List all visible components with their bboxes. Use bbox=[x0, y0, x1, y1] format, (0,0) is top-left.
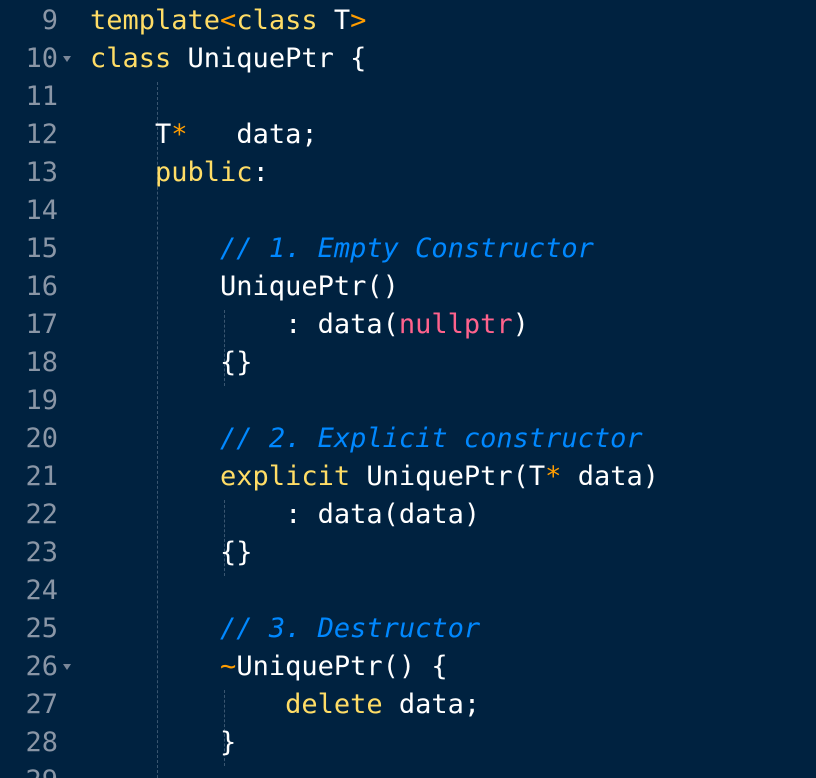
fold-arrow-icon[interactable] bbox=[63, 56, 71, 62]
code-line[interactable]: 14 bbox=[0, 192, 816, 230]
code-text: ~UniquePtr() { bbox=[90, 648, 448, 686]
code-text: public: bbox=[90, 154, 269, 192]
code-token: T bbox=[317, 5, 351, 36]
code-token: delete bbox=[285, 689, 383, 720]
code-line[interactable]: 28 } bbox=[0, 724, 816, 762]
code-token: < bbox=[220, 5, 237, 36]
code-text: template<class T> bbox=[90, 2, 366, 40]
code-line[interactable]: 21 explicit UniquePtr(T* data) bbox=[0, 458, 816, 496]
code-text: {} bbox=[90, 534, 253, 572]
line-number: 28 bbox=[25, 727, 58, 758]
code-token: class bbox=[236, 5, 318, 36]
code-line[interactable]: 20 // 2. Explicit constructor bbox=[0, 420, 816, 458]
code-token: // 1. Empty Constructor bbox=[220, 233, 594, 264]
code-token: class bbox=[90, 43, 172, 74]
code-token: nullptr bbox=[398, 309, 513, 340]
code-line[interactable]: 11 bbox=[0, 78, 816, 116]
code-line[interactable]: 12 T* data; bbox=[0, 116, 816, 154]
code-line[interactable]: 13 public: bbox=[0, 154, 816, 192]
code-line[interactable]: 15 // 1. Empty Constructor bbox=[0, 230, 816, 268]
code-line[interactable]: 23 {} bbox=[0, 534, 816, 572]
line-number: 27 bbox=[25, 689, 58, 720]
line-number: 29 bbox=[0, 762, 58, 778]
line-number: 25 bbox=[25, 613, 58, 644]
code-text: class UniquePtr { bbox=[90, 40, 366, 78]
fold-arrow-icon[interactable] bbox=[63, 664, 71, 670]
code-line[interactable]: 18 {} bbox=[0, 344, 816, 382]
line-number: 13 bbox=[25, 157, 58, 188]
code-text: explicit UniquePtr(T* data) bbox=[90, 458, 659, 496]
line-number: 15 bbox=[25, 233, 58, 264]
code-editor[interactable]: 9 template<class T> 10 class UniquePtr {11 1… bbox=[0, 0, 816, 778]
code-token: public bbox=[155, 157, 253, 188]
code-line[interactable]: 16 UniquePtr() bbox=[0, 268, 816, 306]
code-token: data; bbox=[187, 119, 318, 150]
line-number: 19 bbox=[25, 385, 58, 416]
line-number: 12 bbox=[25, 119, 58, 150]
line-number: 26 bbox=[25, 651, 58, 682]
code-token: : data(data) bbox=[90, 499, 481, 530]
code-token: template bbox=[90, 5, 221, 36]
code-line[interactable]: 10 class UniquePtr { bbox=[0, 40, 816, 78]
code-token: explicit bbox=[220, 461, 351, 492]
line-number: 10 bbox=[25, 43, 58, 74]
line-number: 22 bbox=[25, 499, 58, 530]
code-token: {} bbox=[90, 537, 253, 568]
code-token: UniquePtr() { bbox=[236, 651, 448, 682]
code-text: UniquePtr() bbox=[90, 268, 399, 306]
line-number: 17 bbox=[25, 309, 58, 340]
code-token: } bbox=[90, 727, 237, 758]
code-text: // 3. Destructor bbox=[90, 610, 480, 648]
code-line[interactable]: 17 : data(nullptr) bbox=[0, 306, 816, 344]
code-token: UniquePtr(T bbox=[350, 461, 546, 492]
code-token: ~ bbox=[220, 651, 237, 682]
line-number: 18 bbox=[25, 347, 58, 378]
code-text: : data(data) bbox=[90, 496, 480, 534]
line-number: 16 bbox=[25, 271, 58, 302]
line-number: 20 bbox=[25, 423, 58, 454]
line-number: 21 bbox=[25, 461, 58, 492]
code-line[interactable]: 24 bbox=[0, 572, 816, 610]
code-token: : data( bbox=[90, 309, 399, 340]
code-text: // 2. Explicit constructor bbox=[90, 420, 643, 458]
code-line[interactable]: 26 ~UniquePtr() { bbox=[0, 648, 816, 686]
code-token: // 2. Explicit constructor bbox=[220, 423, 643, 454]
code-line[interactable]: 27 delete data; bbox=[0, 686, 816, 724]
code-text: } bbox=[90, 724, 236, 762]
line-number: 23 bbox=[25, 537, 58, 568]
code-token: {} bbox=[90, 347, 253, 378]
line-number: 24 bbox=[25, 575, 58, 606]
code-line[interactable]: 19 bbox=[0, 382, 816, 420]
code-line[interactable]: 9 template<class T> bbox=[0, 2, 816, 40]
code-line[interactable]: 25 // 3. Destructor bbox=[0, 610, 816, 648]
line-number: 9 bbox=[41, 5, 58, 36]
code-token: UniquePtr { bbox=[171, 43, 367, 74]
code-token: // 3. Destructor bbox=[220, 613, 481, 644]
code-token: ) bbox=[512, 309, 529, 340]
code-text: {} bbox=[90, 344, 253, 382]
code-line[interactable]: 29 bbox=[0, 762, 816, 778]
code-text: delete data; bbox=[90, 686, 480, 724]
code-line[interactable]: 22 : data(data) bbox=[0, 496, 816, 534]
code-token: * bbox=[545, 461, 562, 492]
code-text: // 1. Empty Constructor bbox=[90, 230, 594, 268]
code-token: * bbox=[171, 119, 188, 150]
code-token: data; bbox=[382, 689, 481, 720]
code-token: > bbox=[350, 5, 367, 36]
line-number: 14 bbox=[25, 195, 58, 226]
code-token: data) bbox=[561, 461, 659, 492]
code-text: T* data; bbox=[90, 116, 318, 154]
code-token: UniquePtr() bbox=[90, 271, 399, 302]
code-token: : bbox=[252, 157, 269, 188]
line-number: 11 bbox=[25, 81, 58, 112]
code-token: T bbox=[90, 119, 172, 150]
code-text: : data(nullptr) bbox=[90, 306, 529, 344]
